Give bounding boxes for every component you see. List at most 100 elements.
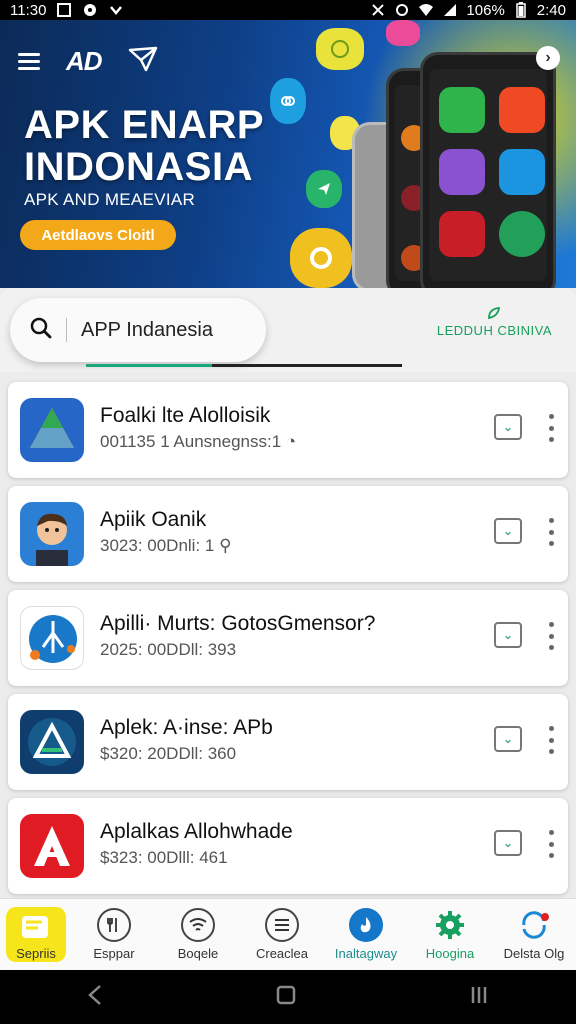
battery-icon [513,2,529,18]
nav-label: Hoogina [425,946,475,961]
more-options-icon[interactable] [548,414,554,442]
status-bar: 11:30 106% 2:40 [0,0,576,20]
orange-bubble-icon [290,228,352,288]
more-options-icon[interactable] [548,726,554,754]
more-options-icon[interactable] [548,518,554,546]
phone-screen [429,69,547,281]
status-time-right: 2:40 [536,1,566,19]
app-meta: $323: 00Dlll: 461 [100,848,228,867]
filter-label: LEDDUH CBINIVA [436,323,552,338]
nav-item-esppar[interactable]: Esppar [72,899,156,970]
utensils-icon [97,908,131,942]
chat-bubble-icon [316,28,364,70]
hero-title: APK ENARP INDONASIA [24,104,264,188]
red-a-icon [20,814,84,878]
search-icon[interactable] [30,317,52,344]
app-meta: 001135 1 Aunsnegnss:1 ◔ [100,432,297,451]
menu-icon[interactable] [18,49,40,74]
refresh-icon [517,908,551,942]
next-arrow-icon[interactable]: › [536,46,560,70]
battery-percent: 106% [466,1,505,19]
app-name: Foalki lte Alolloisik [100,404,271,427]
image-notification-icon [56,2,72,18]
back-icon[interactable] [87,984,103,1011]
nav-label: Boqele [177,946,219,961]
wifi-signal-icon [418,2,434,18]
search-bar[interactable]: APP Indanesia [10,298,266,362]
list-item[interactable]: Foalki lte Alolloisik 001135 1 Aunsnegns… [8,382,568,478]
bottom-nav: Sepriis Esppar Boqele Creaclea Inaltagwa… [0,898,576,970]
nav-label: Creaclea [255,946,309,961]
app-logo[interactable]: AD [66,46,103,77]
chevron-down-icon [108,2,124,18]
hero-title-line2: INDONASIA [24,145,253,189]
chevron-down-icon: ⌄ [502,419,514,434]
nav-label: Delsta Olg [503,946,565,961]
home-icon[interactable] [276,985,296,1010]
more-options-icon[interactable] [548,830,554,858]
alarm-icon [394,2,410,18]
app-meta: $320: 20DDll: 360 [100,744,237,763]
info-icon: ◔ [285,432,297,451]
app-meta: 2025: 00DDll: 393 [100,640,237,659]
nav-item-delsta-olg[interactable]: Delsta Olg [492,899,576,970]
nav-label: Sepriis [16,946,56,961]
hero-banner[interactable]: AD › APK ENARP INDONASIA APK AND MEAEVIA… [0,20,576,288]
status-time-left: 11:30 [10,1,47,19]
download-button[interactable]: ⌄ [494,726,522,752]
app-tile-icon [439,87,485,133]
nav-label: Esppar [93,946,135,961]
system-nav-bar [0,970,576,1024]
paper-plane-icon[interactable] [128,46,158,77]
download-button[interactable]: ⌄ [494,622,522,648]
nav-item-inaltagway[interactable]: Inaltagway [324,899,408,970]
triangle-logo-icon [20,710,84,774]
more-options-icon[interactable] [548,622,554,650]
chevron-down-icon: ⌄ [502,731,514,746]
send-bubble-icon [306,170,342,208]
download-button[interactable]: ⌄ [494,518,522,544]
progress-fill [86,364,213,367]
chevron-down-icon: ⌄ [502,627,514,642]
hero-title-line1: APK ENARP [24,103,265,147]
phone-mockup-front [420,52,556,288]
app-tile-icon [439,149,485,195]
cartoon-avatar-icon [20,502,84,566]
app-name: Apilli· Murts: GotosGmensor? [100,612,376,635]
list-item[interactable]: Apiik Oanik 3023: 00Dnli: 1 ⚲ ⌄ [8,486,568,582]
app-list: Foalki lte Alolloisik 001135 1 Aunsnegns… [0,372,576,898]
gear-icon [433,908,467,942]
drive-triangle-icon [20,398,84,462]
app-meta: 3023: 00Dnli: 1 ⚲ [100,536,232,555]
recents-icon[interactable] [469,985,489,1010]
music-app-icon [499,87,545,133]
location-notification-icon [82,2,98,18]
search-divider [66,318,67,342]
list-item[interactable]: Apilli· Murts: GotosGmensor? 2025: 00DDl… [8,590,568,686]
app-tile-icon [499,149,545,195]
hero-nav: AD [18,46,158,77]
nav-item-hoogina[interactable]: Hoogina [408,899,492,970]
search-panel: APP Indanesia LEDDUH CBINIVA [0,288,576,372]
hero-cta-button[interactable]: Aetdlaovs Cloitl [20,220,176,250]
app-tile-icon [439,211,485,257]
chevron-down-icon: ⌄ [502,835,514,850]
app-name: Aplalkas Allohwhade [100,820,293,843]
filter-label-button[interactable]: LEDDUH CBINIVA [437,306,552,338]
pen-tool-icon [20,606,84,670]
app-name: Aplek: A·inse: APb [100,716,273,739]
app-tile-icon [499,211,545,257]
wifi-icon [181,908,215,942]
list-item[interactable]: Aplalkas Allohwhade $323: 00Dlll: 461 ⌄ [8,798,568,894]
list-icon [265,908,299,942]
bluetooth-off-icon [370,2,386,18]
nav-item-boqele[interactable]: Boqele [156,899,240,970]
list-item[interactable]: Aplek: A·inse: APb $320: 20DDll: 360 ⌄ [8,694,568,790]
nav-item-sepriis[interactable]: Sepriis [6,907,66,962]
pink-bubble-icon [386,20,420,46]
nav-item-creaclea[interactable]: Creaclea [240,899,324,970]
cell-signal-icon [442,2,458,18]
download-button[interactable]: ⌄ [494,830,522,856]
search-input[interactable]: APP Indanesia [81,319,213,342]
download-button[interactable]: ⌄ [494,414,522,440]
